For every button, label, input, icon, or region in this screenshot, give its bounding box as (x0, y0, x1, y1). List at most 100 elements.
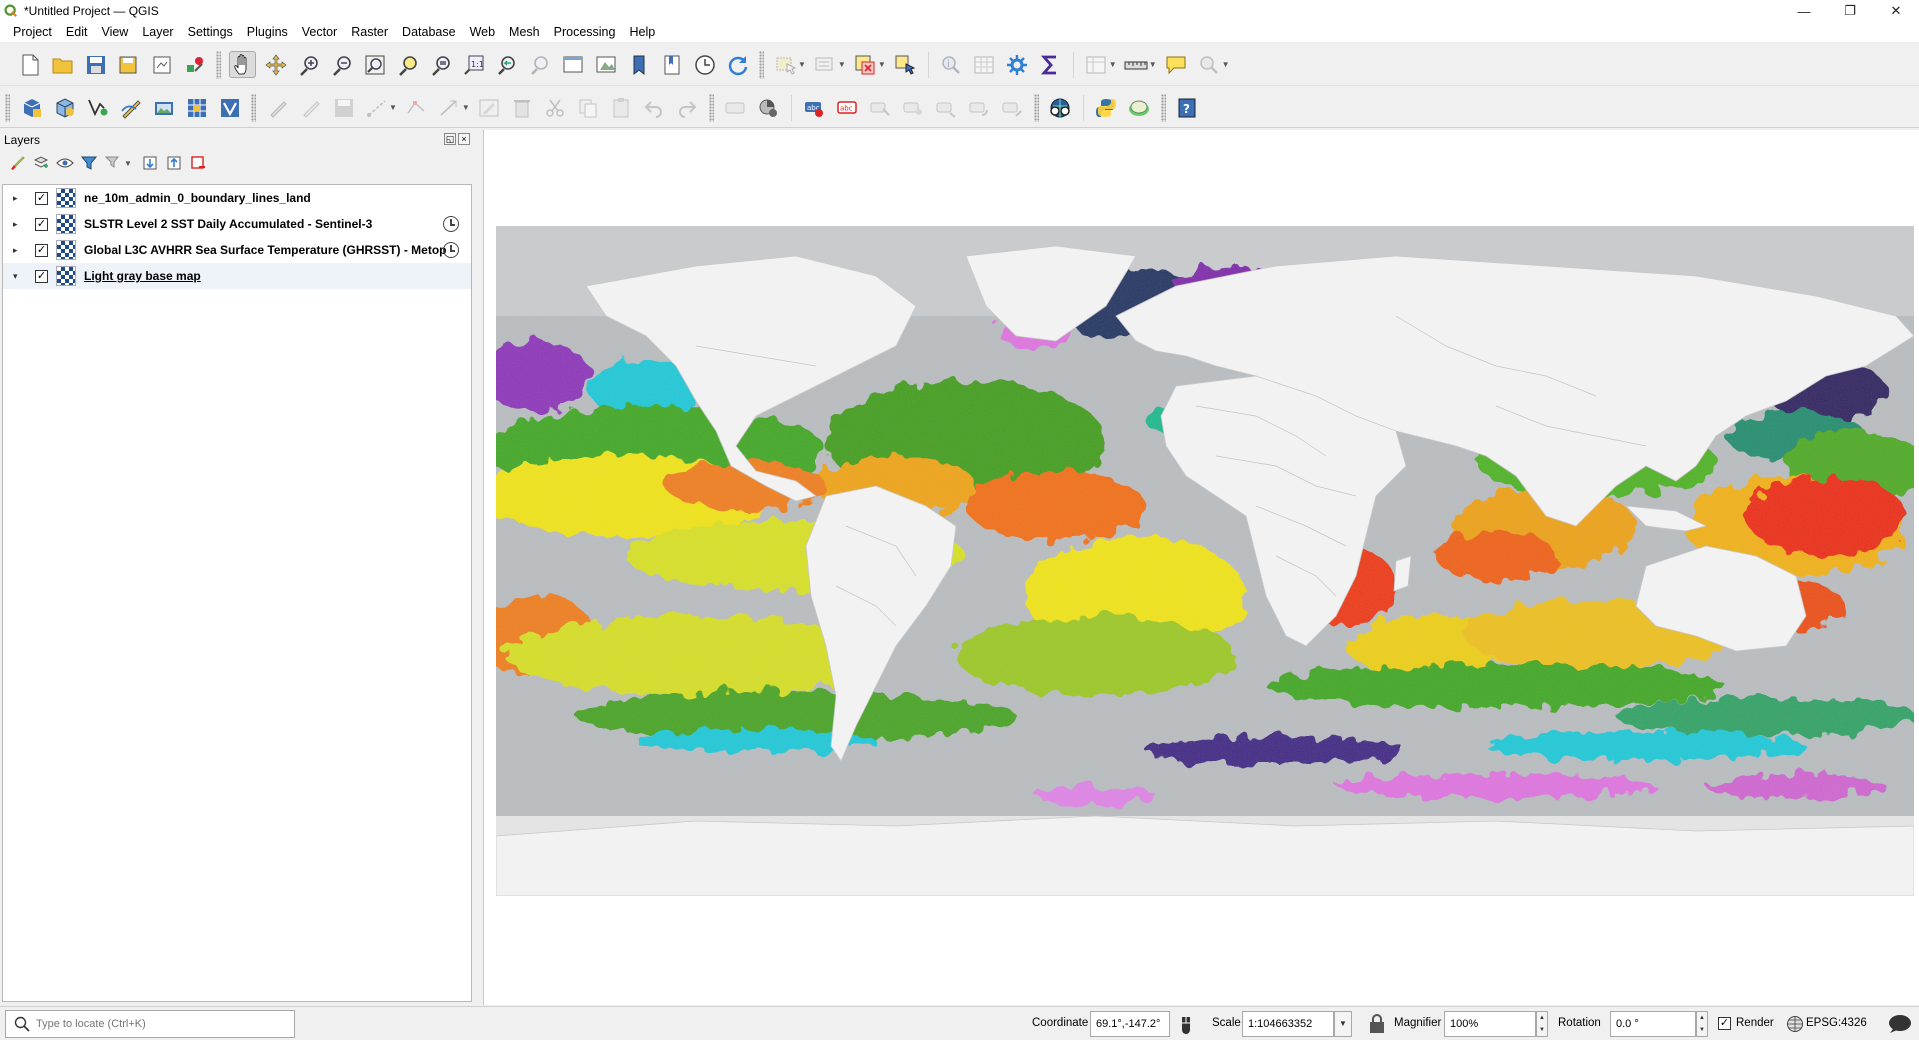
show-hide-labels-button[interactable] (900, 94, 927, 121)
modify-attributes-button[interactable] (476, 94, 503, 121)
zoom-to-layer-button[interactable] (427, 51, 454, 78)
change-label-properties-button[interactable] (999, 94, 1026, 121)
zoom-next-button[interactable] (526, 51, 553, 78)
toggle-extents-button[interactable] (1176, 1015, 1196, 1038)
print-layout-button[interactable] (148, 51, 175, 78)
temporal-clock-icon[interactable] (443, 216, 459, 232)
dropdown-arrow-icon[interactable]: ▼ (462, 103, 470, 112)
toggle-editing-button[interactable] (297, 94, 324, 121)
zoom-in-button[interactable] (295, 51, 322, 78)
expand-arrow-icon[interactable]: ▸ (13, 219, 23, 230)
layer-name[interactable]: Light gray base map (84, 269, 201, 283)
refresh-button[interactable] (724, 51, 751, 78)
select-by-value-button[interactable] (812, 51, 839, 78)
menu-web[interactable]: Web (463, 22, 502, 42)
toolbar-handle[interactable] (1160, 93, 1166, 122)
plugin-globe-button[interactable] (1126, 94, 1153, 121)
toolbar-handle[interactable] (5, 93, 10, 122)
layer-visibility-checkbox[interactable]: ✓ (35, 191, 48, 205)
menu-plugins[interactable]: Plugins (240, 22, 295, 42)
lock-scale-button[interactable] (1368, 1014, 1386, 1037)
map-tips-button[interactable] (1163, 51, 1190, 78)
scale-combobox[interactable]: 1:104663352 (1242, 1011, 1334, 1037)
dropdown-arrow-icon[interactable]: ▼ (124, 159, 132, 168)
dropdown-arrow-icon[interactable]: ▼ (878, 60, 886, 69)
deselect-features-button[interactable] (852, 51, 879, 78)
manage-map-themes-button[interactable] (56, 154, 74, 172)
new-shapefile-button[interactable] (117, 94, 144, 121)
layer-name[interactable]: Global L3C AVHRR Sea Surface Temperature… (84, 243, 447, 257)
open-project-button[interactable] (49, 51, 76, 78)
zoom-native-button[interactable]: 1:1 (460, 51, 487, 78)
filter-legend-button[interactable] (80, 154, 98, 172)
dropdown-arrow-icon[interactable]: ▼ (798, 60, 806, 69)
crs-label[interactable]: EPSG:4326 (1806, 1017, 1867, 1029)
locator-tool-button[interactable] (1196, 51, 1223, 78)
layer-visibility-checkbox[interactable]: ✓ (35, 269, 48, 283)
menu-help[interactable]: Help (622, 22, 662, 42)
layer-labeling-options-button[interactable] (722, 94, 749, 121)
dropdown-arrow-icon[interactable]: ▼ (1149, 60, 1157, 69)
layer-row[interactable]: ▸ ✓ Global L3C AVHRR Sea Surface Tempera… (3, 237, 471, 263)
scale-dropdown-icon[interactable]: ▼ (1334, 1011, 1352, 1037)
open-field-calculator-button[interactable] (1083, 51, 1110, 78)
highlight-pinned-labels-button[interactable]: abc (801, 94, 828, 121)
maximize-button[interactable]: ❐ (1827, 0, 1873, 22)
toolbar-handle[interactable] (708, 93, 714, 122)
collapse-arrow-icon[interactable]: ▾ (13, 271, 23, 282)
add-wms-layer-button[interactable] (150, 94, 177, 121)
pin-unpin-labels-button[interactable] (867, 94, 894, 121)
close-button[interactable]: ✕ (1873, 0, 1919, 22)
menu-view[interactable]: View (94, 22, 135, 42)
delete-selected-button[interactable] (509, 94, 536, 121)
paste-features-button[interactable] (608, 94, 635, 121)
magnifier-spinner-icon[interactable]: ▲ ▼ (1536, 1011, 1548, 1037)
zoom-full-button[interactable] (361, 51, 388, 78)
dropdown-arrow-icon[interactable]: ▼ (389, 103, 397, 112)
menu-layer[interactable]: Layer (135, 22, 180, 42)
help-contents-button[interactable]: ? (1174, 94, 1201, 121)
save-layer-edits-button[interactable] (330, 94, 357, 121)
coordinate-field[interactable]: 69.1°,-147.2° (1090, 1011, 1170, 1037)
rotation-spinner-icon[interactable]: ▲ ▼ (1696, 1011, 1708, 1037)
select-features-button[interactable] (772, 51, 799, 78)
minimize-button[interactable]: — (1781, 0, 1827, 22)
float-panel-button[interactable]: ◱ (444, 133, 456, 145)
dropdown-arrow-icon[interactable]: ▼ (1109, 60, 1117, 69)
identify-features-button[interactable]: i (938, 51, 965, 78)
new-3d-map-view-button[interactable] (592, 51, 619, 78)
menu-database[interactable]: Database (395, 22, 463, 42)
expand-arrow-icon[interactable]: ▸ (13, 193, 23, 204)
toolbar-handle[interactable] (1033, 93, 1039, 122)
menu-processing[interactable]: Processing (547, 22, 623, 42)
undo-button[interactable] (641, 94, 668, 121)
layer-name[interactable]: SLSTR Level 2 SST Daily Accumulated - Se… (84, 217, 372, 231)
layer-row[interactable]: ▸ ✓ SLSTR Level 2 SST Daily Accumulated … (3, 211, 471, 237)
vertex-options-button[interactable] (436, 94, 463, 121)
dropdown-arrow-icon[interactable]: ▼ (838, 60, 846, 69)
menu-raster[interactable]: Raster (344, 22, 395, 42)
menu-vector[interactable]: Vector (295, 22, 344, 42)
add-group-button[interactable] (32, 154, 50, 172)
zoom-last-button[interactable] (493, 51, 520, 78)
add-vector-layer-button[interactable] (84, 94, 111, 121)
toggle-display-unplaced-labels-button[interactable]: abc (834, 94, 861, 121)
temporal-clock-icon[interactable] (443, 242, 459, 258)
vertex-tool-button[interactable] (403, 94, 430, 121)
python-console-button[interactable] (1093, 94, 1120, 121)
add-virtual-layer-button[interactable] (216, 94, 243, 121)
digitize-button[interactable] (363, 94, 390, 121)
render-checkbox[interactable]: ✓ (1718, 1017, 1731, 1030)
layer-diagram-options-button[interactable] (755, 94, 782, 121)
redo-button[interactable] (674, 94, 701, 121)
rotate-label-button[interactable] (966, 94, 993, 121)
style-manager-button[interactable] (181, 51, 208, 78)
processing-toolbox-button[interactable] (1004, 51, 1031, 78)
copy-features-button[interactable] (575, 94, 602, 121)
collapse-all-button[interactable] (165, 154, 183, 172)
rotation-field[interactable]: 0.0 ° (1610, 1011, 1696, 1037)
open-layer-styling-button[interactable] (8, 154, 26, 172)
map-canvas[interactable] (483, 130, 1919, 1005)
menu-mesh[interactable]: Mesh (502, 22, 547, 42)
zoom-to-selection-button[interactable] (394, 51, 421, 78)
